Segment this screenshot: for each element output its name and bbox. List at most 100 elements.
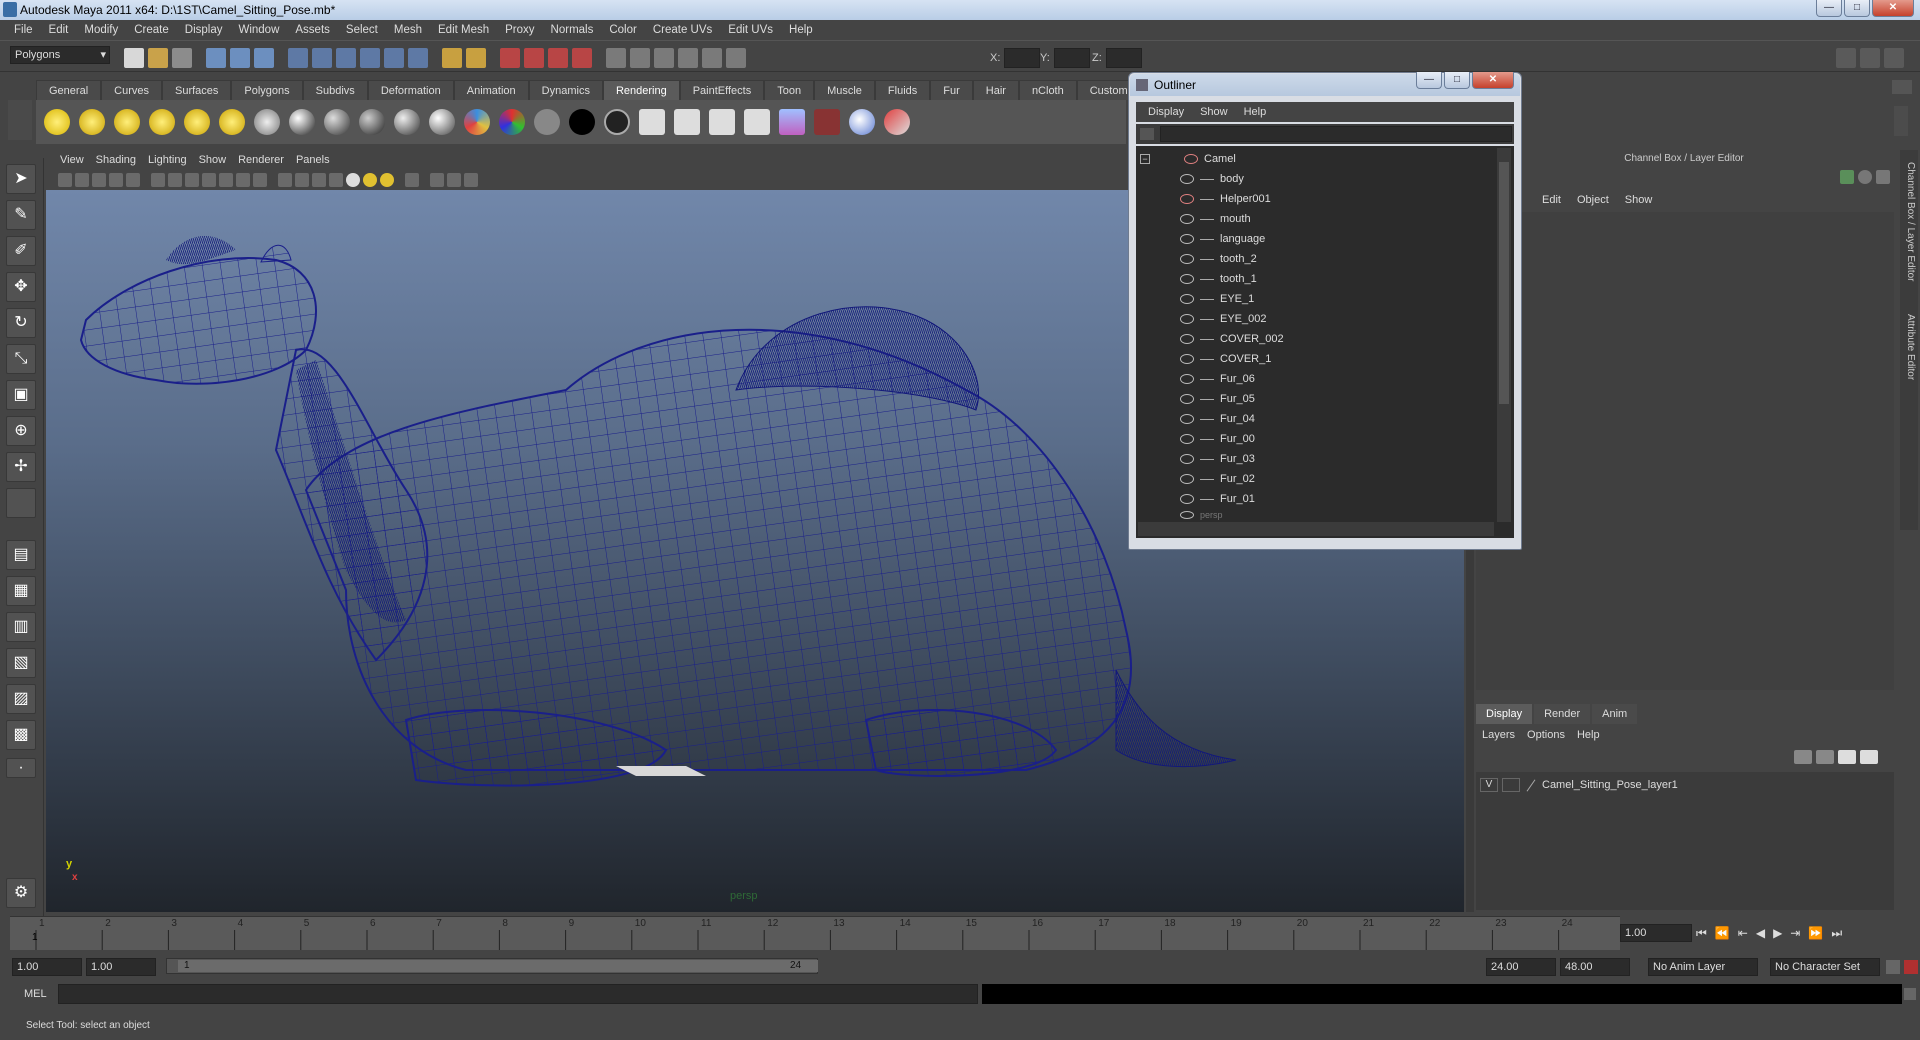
two-d-pan-icon[interactable] [126, 173, 140, 187]
channel-box-mode-icon[interactable] [1840, 170, 1854, 184]
outliner-item-helper001[interactable]: Helper001 [1180, 190, 1271, 208]
current-time-field[interactable]: 1.00 [1620, 924, 1692, 942]
save-scene-icon[interactable] [172, 48, 192, 68]
vp-menu-lighting[interactable]: Lighting [142, 154, 193, 166]
outliner-item-tooth-1[interactable]: tooth_1 [1180, 270, 1257, 288]
select-object-icon[interactable] [230, 48, 250, 68]
channel-box-icon[interactable] [726, 48, 746, 68]
shelf-tab-animation[interactable]: Animation [453, 80, 529, 100]
layer-name[interactable]: Camel_Sitting_Pose_layer1 [1542, 779, 1678, 791]
input-line-icon[interactable] [606, 48, 626, 68]
layout-graph-editor-icon[interactable]: ▩ [6, 720, 36, 750]
step-forward-key-icon[interactable]: ⏩ [1808, 926, 1823, 940]
shelf-tab-painteffects[interactable]: PaintEffects [679, 80, 765, 100]
menu-edit-uvs[interactable]: Edit UVs [720, 24, 781, 36]
hypershade-icon[interactable] [548, 48, 568, 68]
last-tool-icon[interactable] [6, 488, 36, 518]
rotate-tool-icon[interactable]: ↻ [6, 308, 36, 338]
hypershade-shelf-icon[interactable] [849, 109, 875, 135]
menu-file[interactable]: File [6, 24, 41, 36]
area-light-icon[interactable] [184, 109, 210, 135]
shelf-options-icon[interactable] [1892, 80, 1912, 94]
layer-tab-display[interactable]: Display [1476, 704, 1533, 724]
outliner-item-mouth[interactable]: mouth [1180, 210, 1251, 228]
cb-menu-edit[interactable]: Edit [1536, 194, 1567, 206]
point-light-icon[interactable] [114, 109, 140, 135]
layer-color-swatch[interactable] [1526, 778, 1536, 792]
shelf-tab-hair[interactable]: Hair [972, 80, 1019, 100]
new-layer-selected-icon[interactable] [1860, 750, 1878, 764]
menu-edit[interactable]: Edit [41, 24, 77, 36]
playback-start-field[interactable]: 1.00 [86, 958, 156, 976]
shelf-menu-button[interactable] [8, 100, 32, 140]
channel-box-pin-icon[interactable] [1876, 170, 1890, 184]
vp-menu-panels[interactable]: Panels [290, 154, 336, 166]
render-layer-icon[interactable] [572, 48, 592, 68]
play-backward-icon[interactable]: ◀ [1756, 926, 1765, 940]
channel-box-body[interactable] [1476, 212, 1894, 690]
paint-brush-icon[interactable] [884, 109, 910, 135]
grid-icon[interactable] [151, 173, 165, 187]
isolate-select-icon[interactable] [405, 173, 419, 187]
y-field[interactable] [1054, 48, 1090, 68]
outliner-item-fur-04[interactable]: Fur_04 [1180, 410, 1255, 428]
cb-menu-object[interactable]: Object [1571, 194, 1615, 206]
menu-help[interactable]: Help [781, 24, 821, 36]
phonge-shader-icon[interactable] [429, 109, 455, 135]
menu-mesh[interactable]: Mesh [386, 24, 430, 36]
outliner-horizontal-scrollbar[interactable] [1138, 522, 1494, 536]
shelf-tab-curves[interactable]: Curves [101, 80, 162, 100]
soft-modification-icon[interactable]: ⊕ [6, 416, 36, 446]
snap-curve-icon[interactable] [312, 48, 332, 68]
layout-four-pane-icon[interactable]: ▦ [6, 576, 36, 606]
paint-select-tool-icon[interactable]: ✐ [6, 236, 36, 266]
outliner-item-eye-1[interactable]: EYE_1 [1180, 290, 1254, 308]
menu-color[interactable]: Color [601, 24, 644, 36]
menu-set-dropdown[interactable]: Polygons [10, 46, 110, 64]
move-tool-icon[interactable]: ✥ [6, 272, 36, 302]
command-input[interactable] [58, 984, 978, 1004]
ipr-icon[interactable] [709, 109, 735, 135]
select-hierarchy-icon[interactable] [206, 48, 226, 68]
layer-menu-help[interactable]: Help [1571, 729, 1606, 741]
vp-menu-shading[interactable]: Shading [90, 154, 142, 166]
outliner-minimize-button[interactable]: — [1416, 72, 1442, 89]
vp-menu-renderer[interactable]: Renderer [232, 154, 290, 166]
outliner-item-eye-002[interactable]: EYE_002 [1180, 310, 1266, 328]
step-back-key-icon[interactable]: ⏪ [1715, 926, 1730, 940]
layer-type-toggle[interactable] [1502, 778, 1520, 792]
xray-joints-icon[interactable] [447, 173, 461, 187]
high-quality-icon[interactable] [464, 173, 478, 187]
command-language-label[interactable]: MEL [24, 988, 47, 1000]
snap-plane-icon[interactable] [360, 48, 380, 68]
use-default-light-icon[interactable] [346, 173, 360, 187]
move-layer-up-icon[interactable] [1794, 750, 1812, 764]
layout-outliner-persp-icon[interactable]: ▥ [6, 612, 36, 642]
shelf-tab-dynamics[interactable]: Dynamics [528, 80, 603, 100]
script-editor-icon[interactable]: ⚙ [6, 878, 36, 908]
menu-normals[interactable]: Normals [543, 24, 602, 36]
playback-end-field[interactable]: 24.00 [1486, 958, 1556, 976]
resolution-gate-icon[interactable] [185, 173, 199, 187]
textured-icon[interactable] [329, 173, 343, 187]
z-field[interactable] [1106, 48, 1142, 68]
vp-menu-view[interactable]: View [54, 154, 90, 166]
step-back-frame-icon[interactable]: ⇤ [1738, 926, 1748, 940]
outliner-item-fur-03[interactable]: Fur_03 [1180, 450, 1255, 468]
lambert-shader-icon[interactable] [359, 109, 385, 135]
layer-row[interactable]: V Camel_Sitting_Pose_layer1 [1480, 776, 1888, 794]
layout-single-icon[interactable] [1836, 48, 1856, 68]
layer-menu-options[interactable]: Options [1521, 729, 1571, 741]
show-manipulator-icon[interactable]: ✢ [6, 452, 36, 482]
outliner-item-fur-06[interactable]: Fur_06 [1180, 370, 1255, 388]
xray-icon[interactable] [430, 173, 444, 187]
bookmarks-icon[interactable] [92, 173, 106, 187]
phong-shader-icon[interactable] [394, 109, 420, 135]
outliner-item-cover-002[interactable]: COVER_002 [1180, 330, 1284, 348]
blinn-shader-icon[interactable] [324, 109, 350, 135]
layered-shader-icon[interactable] [604, 109, 630, 135]
ramp-shader-icon[interactable] [464, 109, 490, 135]
attribute-editor-icon[interactable] [678, 48, 698, 68]
layer-visibility-toggle[interactable]: V [1480, 778, 1498, 792]
go-to-end-icon[interactable]: ⏭ [1831, 926, 1842, 941]
